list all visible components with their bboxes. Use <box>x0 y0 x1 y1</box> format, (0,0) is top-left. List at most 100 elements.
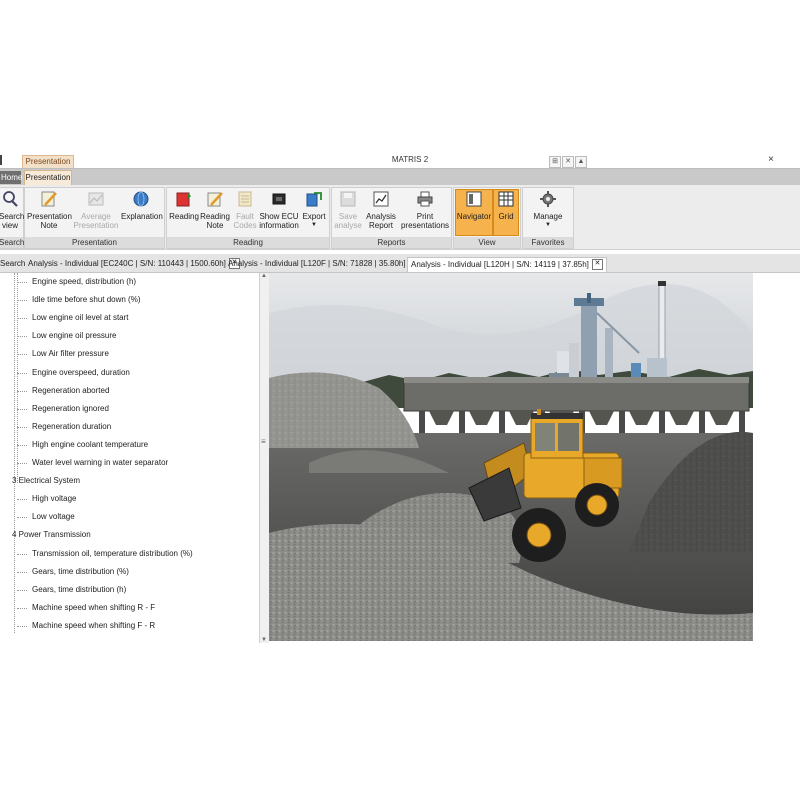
doc-tab-label: Analysis - Individual [EC240C | S/N: 110… <box>28 259 226 268</box>
globe-info-icon <box>133 191 149 207</box>
tree-connector <box>17 273 18 483</box>
reading-note-icon <box>207 192 223 207</box>
ribbon: Search view Search Presentation Note Ave… <box>0 185 800 250</box>
scroll-down-icon[interactable]: ▼ <box>261 637 267 643</box>
doc-tab-label: Analysis - Individual [L120H | S/N: 1411… <box>411 260 589 269</box>
show-ecu-information-label: Show ECU information <box>259 212 299 230</box>
scroll-up-icon[interactable]: ▲ <box>261 273 267 279</box>
tree-item[interactable]: Machine speed when shifting F - R <box>32 621 155 630</box>
tree-item[interactable]: Engine speed, distribution (h) <box>32 277 136 286</box>
tree-scrollbar[interactable]: ▲ ≡ ▼ <box>259 273 269 643</box>
favorites-group: Manage ▼ Favorites <box>522 187 574 249</box>
search-view-button[interactable]: Search view <box>0 190 25 230</box>
navigator-button[interactable]: Navigator <box>455 189 493 236</box>
printer-icon <box>417 191 433 207</box>
restore-icon[interactable]: ⊞ <box>549 156 561 168</box>
tree-connector <box>17 499 27 501</box>
tree-connector <box>17 444 27 446</box>
report-chart-icon <box>373 191 389 207</box>
tree-item[interactable]: Transmission oil, temperature distributi… <box>32 549 193 558</box>
tree-item[interactable]: Regeneration duration <box>32 422 111 431</box>
tree-item[interactable]: High voltage <box>32 494 76 503</box>
tree-item[interactable]: Low engine oil level at start <box>32 313 129 322</box>
explanation-button[interactable]: Explanation <box>121 190 163 221</box>
machine-photo <box>269 273 753 641</box>
tree-category-power-transmission[interactable]: 4 Power Transmission <box>12 530 91 539</box>
reading-group-label: Reading <box>167 237 329 248</box>
tree-connector <box>14 273 15 633</box>
reading-label: Reading <box>169 212 199 221</box>
reading-note-button[interactable]: Reading Note <box>200 190 230 230</box>
tree-category-electrical[interactable]: 3 Electrical System <box>12 476 80 485</box>
fault-codes-label: Fault Codes <box>233 212 257 230</box>
save-icon <box>340 191 356 207</box>
manage-button[interactable]: Manage ▼ <box>527 190 569 230</box>
fault-codes-button[interactable]: Fault Codes <box>231 190 259 230</box>
search-group-label: Search <box>0 237 25 248</box>
reports-group: Save analyse Analysis Report Print prese… <box>331 187 452 249</box>
tree-connector <box>17 589 27 591</box>
save-analyse-button[interactable]: Save analyse <box>334 190 362 230</box>
tree-item[interactable]: Low Air filter pressure <box>32 349 109 358</box>
search-view-label: Search view <box>0 212 25 230</box>
tree-connector <box>17 463 27 464</box>
print-presentations-button[interactable]: Print presentations <box>400 190 450 230</box>
show-ecu-information-button[interactable]: Show ECU information <box>259 190 299 230</box>
export-button[interactable]: Export ▼ <box>301 190 327 230</box>
document-tab-bar: Search Analysis - Individual [EC240C | S… <box>0 254 800 273</box>
note-pencil-icon <box>41 191 57 207</box>
analysis-report-button[interactable]: Analysis Report <box>363 190 399 230</box>
doc-tab-l120h[interactable]: Analysis - Individual [L120H | S/N: 1411… <box>407 257 607 272</box>
scroll-grip-icon[interactable]: ≡ <box>261 437 266 446</box>
tab-home[interactable]: Home <box>0 171 22 184</box>
tree-item[interactable]: Low voltage <box>32 512 75 521</box>
tree-item[interactable]: High engine coolant temperature <box>32 440 148 449</box>
fault-codes-icon <box>238 191 252 207</box>
navigator-icon <box>466 191 482 207</box>
tree-item[interactable]: Gears, time distribution (h) <box>32 585 126 594</box>
tree-item[interactable]: Engine overspeed, duration <box>32 368 130 377</box>
tree-item[interactable]: Water level warning in water separator <box>32 458 168 467</box>
close-window-button[interactable]: × <box>768 154 774 165</box>
tree-connector <box>17 607 27 609</box>
title-bar: Presentation MATRIS 2 ⊞ ✕ ▲ × <box>0 154 800 169</box>
average-presentation-label: Average Presentation <box>73 212 119 230</box>
chevron-up-icon[interactable]: ▲ <box>575 156 587 168</box>
average-presentation-button[interactable]: Average Presentation <box>73 190 119 230</box>
search-icon <box>3 191 18 207</box>
tab-presentation[interactable]: Presentation <box>24 170 72 185</box>
view-group-label: View <box>454 237 520 248</box>
tree-item[interactable]: Regeneration aborted <box>32 386 109 395</box>
export-dropdown-icon: ▼ <box>311 222 317 228</box>
collapse-icon[interactable]: ✕ <box>562 156 574 168</box>
contextual-tab-header: Presentation <box>22 155 74 169</box>
tree-item[interactable]: Idle time before shut down (%) <box>32 295 141 304</box>
matris-window: Presentation MATRIS 2 ⊞ ✕ ▲ × Home Prese… <box>0 154 800 644</box>
tree-item[interactable]: Machine speed when shifting R - F <box>32 603 155 612</box>
reports-group-label: Reports <box>332 237 451 248</box>
presentation-note-button[interactable]: Presentation Note <box>27 190 72 230</box>
tree-item[interactable]: Regeneration ignored <box>32 404 109 413</box>
app-title: MATRIS 2 <box>391 155 429 164</box>
tree-item[interactable]: Gears, time distribution (%) <box>32 567 129 576</box>
ribbon-tab-bar: Home Presentation <box>0 168 800 185</box>
navigator-label: Navigator <box>456 212 492 221</box>
reading-icon <box>176 192 191 207</box>
close-tab-icon[interactable]: ✕ <box>591 259 603 271</box>
search-doc-tab[interactable]: Search <box>0 257 25 271</box>
manage-dropdown-icon: ▼ <box>545 222 551 228</box>
tree-connector <box>17 372 27 374</box>
presentation-group-label: Presentation <box>25 237 164 248</box>
reading-group: Reading Reading Note Fault Codes Show EC… <box>166 187 330 249</box>
doc-tab-ec240c[interactable]: Analysis - Individual [EC240C | S/N: 110… <box>28 257 240 271</box>
grid-button[interactable]: Grid <box>493 189 519 236</box>
grid-label: Grid <box>498 212 514 221</box>
chart-icon <box>88 192 104 206</box>
reading-button[interactable]: Reading <box>169 190 199 221</box>
tree-connector <box>17 408 27 410</box>
reading-note-label: Reading Note <box>200 212 230 230</box>
doc-tab-l120f[interactable]: Analysis - Individual [L120F | S/N: 7182… <box>228 257 420 271</box>
view-group: Navigator Grid View <box>453 187 521 249</box>
tree-connector <box>17 571 27 573</box>
tree-item[interactable]: Low engine oil pressure <box>32 331 117 340</box>
